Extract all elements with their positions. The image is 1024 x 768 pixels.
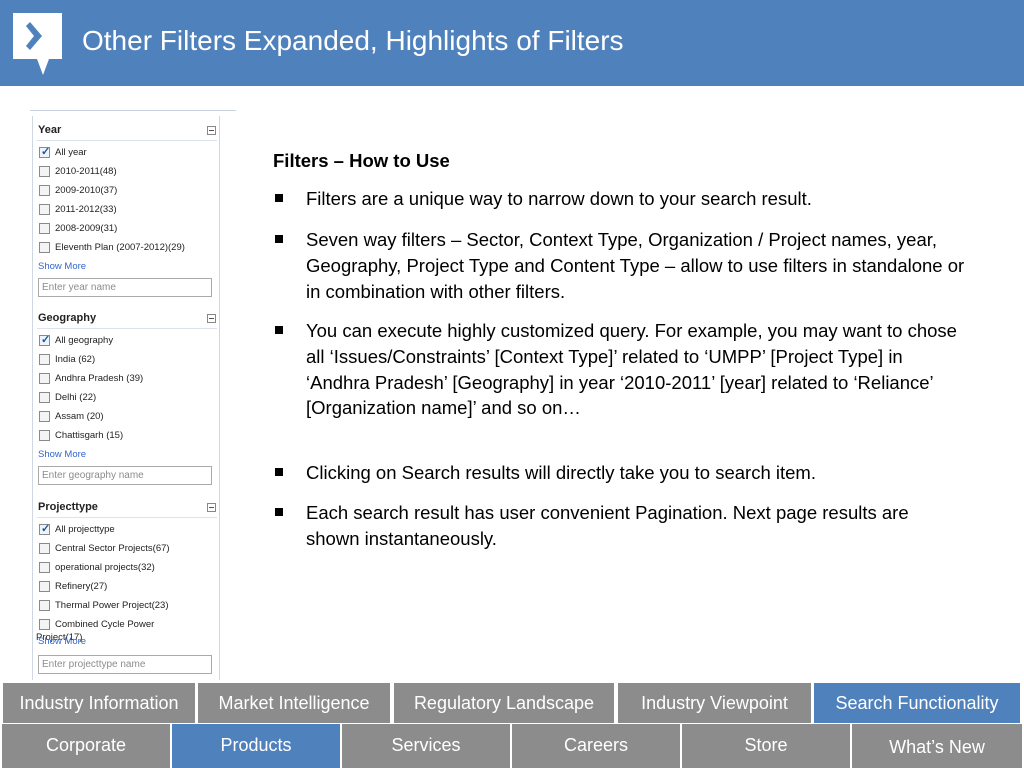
checkbox[interactable] [39, 430, 50, 441]
filter-option-label: Eleventh Plan (2007-2012)(29) [55, 242, 185, 253]
page-title: Other Filters Expanded, Highlights of Fi… [82, 25, 624, 56]
checkbox[interactable] [39, 619, 50, 630]
filter-option-label: 2009-2010(37) [55, 185, 118, 196]
checkbox[interactable] [39, 543, 50, 554]
filter-option-label: 2008-2009(31) [55, 223, 118, 234]
square-bullet-icon [275, 235, 283, 243]
filter-option-label: Thermal Power Project(23) [55, 600, 169, 611]
section-divider [37, 517, 217, 518]
filter-option[interactable]: India (62) [39, 353, 219, 369]
square-bullet-icon [275, 508, 283, 516]
filter-option[interactable]: operational projects(32) [39, 561, 219, 577]
checkbox[interactable] [39, 581, 50, 592]
bullet-text: You can execute highly customized query.… [306, 320, 957, 419]
filter-option[interactable]: Chattisgarh (15) [39, 429, 219, 445]
filter-option-label: Central Sector Projects(67) [55, 543, 170, 554]
nav-industry-information[interactable]: Industry Information [3, 683, 195, 723]
checkbox[interactable] [39, 562, 50, 573]
filter-option-label: Refinery(27) [55, 581, 108, 592]
filter-option[interactable]: Assam (20) [39, 410, 219, 426]
checkbox[interactable] [39, 185, 50, 196]
nav-market-intelligence[interactable]: Market Intelligence [198, 683, 390, 723]
bullet-text: Seven way filters – Sector, Context Type… [306, 229, 965, 302]
show-more-link[interactable]: Show More [38, 261, 86, 272]
checkbox-checked[interactable] [39, 522, 50, 535]
checkbox-checked[interactable] [39, 333, 50, 346]
filter-option-label: 2011-2012(33) [55, 204, 117, 215]
secondary-nav: Corporate Products Services Careers Stor… [0, 724, 1024, 768]
checkbox-checked[interactable] [39, 145, 50, 158]
filter-option[interactable]: Eleventh Plan (2007-2012)(29) [39, 241, 219, 257]
nav-search-functionality[interactable]: Search Functionality [814, 683, 1020, 723]
section-divider [37, 140, 217, 141]
chevron-logo-icon [13, 13, 62, 75]
filter-option-label: 2010-2011(48) [55, 166, 117, 177]
bullet-text: Filters are a unique way to narrow down … [306, 188, 812, 209]
content-heading: Filters – How to Use [273, 150, 450, 171]
checkbox[interactable] [39, 373, 50, 384]
filter-option[interactable]: Refinery(27) [39, 580, 219, 596]
checkbox[interactable] [39, 166, 50, 177]
checkbox[interactable] [39, 392, 50, 403]
square-bullet-icon [275, 468, 283, 476]
filter-option-label: Andhra Pradesh (39) [55, 373, 144, 384]
checkbox[interactable] [39, 411, 50, 422]
filter-option[interactable]: 2010-2011(48) [39, 165, 219, 181]
nav-store[interactable]: Store [682, 724, 850, 768]
checkbox[interactable] [39, 354, 50, 365]
filter-option-label: India (62) [55, 354, 96, 365]
checkbox[interactable] [39, 204, 50, 215]
filter-option[interactable]: 2011-2012(33) [39, 203, 219, 219]
filter-option[interactable]: Thermal Power Project(23) [39, 599, 219, 615]
bullet-text: Clicking on Search results will directly… [306, 462, 816, 483]
collapse-icon[interactable] [207, 503, 216, 512]
collapse-icon[interactable] [207, 314, 216, 323]
nav-industry-viewpoint[interactable]: Industry Viewpoint [618, 683, 811, 723]
filter-option-label: All projecttype [55, 524, 115, 535]
filter-option-label: Combined Cycle Power [55, 619, 155, 630]
nav-careers[interactable]: Careers [512, 724, 680, 768]
bullet-text: Each search result has user convenient P… [306, 502, 909, 549]
nav-products[interactable]: Products [172, 724, 340, 768]
filter-option-label: Delhi (22) [55, 392, 97, 403]
collapse-icon[interactable] [207, 126, 216, 135]
filter-option-label: Chattisgarh (15) [55, 430, 124, 441]
projecttype-filter-input[interactable] [38, 655, 212, 674]
square-bullet-icon [275, 194, 283, 202]
filter-option-label: Assam (20) [55, 411, 104, 422]
section-divider [37, 328, 217, 329]
filter-panel-frame: Year All year 2010-2011(48) 2009-2010(37… [32, 116, 220, 680]
square-bullet-icon [275, 326, 283, 334]
filter-option-label: All year [55, 147, 87, 158]
filter-section-title: Year [38, 124, 62, 136]
filter-option-all-projecttype[interactable]: All projecttype [39, 522, 219, 539]
header-bar: Other Filters Expanded, Highlights of Fi… [0, 0, 1024, 86]
filter-option[interactable]: Central Sector Projects(67) [39, 542, 219, 558]
filter-option[interactable]: Andhra Pradesh (39) [39, 372, 219, 388]
checkbox[interactable] [39, 223, 50, 234]
filter-option[interactable]: 2008-2009(31) [39, 222, 219, 238]
nav-corporate[interactable]: Corporate [2, 724, 170, 768]
filter-option-label: All geography [55, 335, 114, 346]
panel-divider [30, 110, 236, 111]
filter-option[interactable]: 2009-2010(37) [39, 184, 219, 200]
filter-section-title: Projecttype [38, 501, 98, 513]
checkbox[interactable] [39, 242, 50, 253]
geography-filter-input[interactable] [38, 466, 212, 485]
show-more-link[interactable]: Show More [38, 449, 86, 460]
filter-panel: Year All year 2010-2011(48) 2009-2010(37… [30, 110, 236, 680]
nav-services[interactable]: Services [342, 724, 510, 768]
filter-option-label: operational projects(32) [55, 562, 155, 573]
filter-section-title: Geography [38, 312, 97, 324]
checkbox[interactable] [39, 600, 50, 611]
filter-option[interactable]: Delhi (22) [39, 391, 219, 407]
primary-nav: Industry Information Market Intelligence… [0, 683, 1024, 723]
year-filter-input[interactable] [38, 278, 212, 297]
nav-regulatory-landscape[interactable]: Regulatory Landscape [394, 683, 614, 723]
filter-option-all-year[interactable]: All year [39, 145, 219, 162]
show-more-link[interactable]: Show More [38, 636, 86, 647]
nav-whats-new[interactable]: What’s New [852, 724, 1022, 768]
filter-option-all-geography[interactable]: All geography [39, 333, 219, 350]
